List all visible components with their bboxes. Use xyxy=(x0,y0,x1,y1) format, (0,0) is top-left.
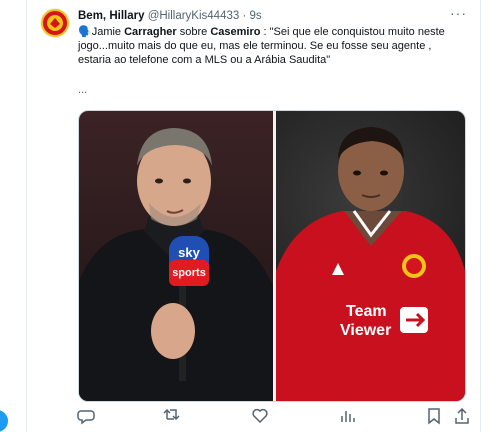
separator-dot: · xyxy=(242,10,247,22)
speaking-head-icon: 🗣️ xyxy=(78,26,92,38)
text-person1-bold: Carragher xyxy=(124,26,177,38)
carragher-photo: sky sports xyxy=(79,111,273,401)
share-icon[interactable] xyxy=(452,406,472,426)
retweet-icon[interactable] xyxy=(162,406,182,426)
mic-brand-top: sky xyxy=(178,245,200,260)
casemiro-photo: Team Viewer xyxy=(276,111,465,401)
tweet-actions xyxy=(70,406,470,426)
text-person1: Jamie xyxy=(91,26,125,38)
reply-icon[interactable] xyxy=(76,406,96,426)
tweet-text: 🗣️Jamie Carragher sobre Casemiro : "Sei … xyxy=(78,25,463,67)
tweet-header: Bem, Hillary @HillaryKis44433 · 9s xyxy=(78,9,262,24)
sponsor-line1: Team xyxy=(346,303,387,320)
views-icon[interactable] xyxy=(338,406,358,426)
timeline-right-border xyxy=(480,0,481,432)
carragher-illustration: sky sports xyxy=(79,128,273,401)
club-crest-icon xyxy=(41,9,69,37)
text-ellipsis: ... xyxy=(78,84,88,96)
avatar[interactable] xyxy=(40,8,70,38)
tweet-media[interactable]: sky sports Team Viewer xyxy=(78,110,466,402)
heart-icon[interactable] xyxy=(250,406,270,426)
casemiro-illustration: Team Viewer xyxy=(276,127,465,401)
author-handle[interactable]: @HillaryKis44433 xyxy=(148,10,240,22)
timeline-left-border xyxy=(26,0,27,432)
author-name[interactable]: Bem, Hillary xyxy=(78,10,144,22)
compose-fab-edge[interactable] xyxy=(0,410,8,432)
sponsor-line2: Viewer xyxy=(340,322,391,339)
tweet-time[interactable]: 9s xyxy=(250,10,262,22)
bookmark-icon[interactable] xyxy=(424,406,444,426)
more-options-icon[interactable]: ··· xyxy=(450,5,467,21)
text-mid: sobre xyxy=(176,26,211,38)
text-person2-bold: Casemiro xyxy=(210,26,261,38)
mic-brand-bottom: sports xyxy=(172,267,206,279)
